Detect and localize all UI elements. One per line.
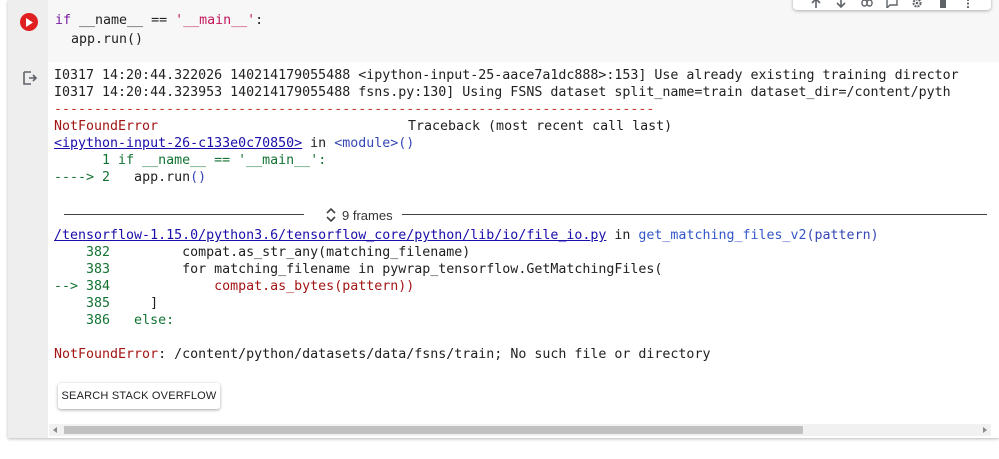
traceback-code-line: 385 ] [54,296,159,311]
traceback-code-line: 383 for matching_filename in pywrap_tens… [54,262,663,277]
frames-divider-left [64,214,304,215]
traceback-code-line: 1 if __name__ == '__main__': [54,153,327,168]
gear-icon[interactable] [911,0,923,8]
traceback-code-line: 382 compat.as_str_any(matching_filename) [54,245,471,260]
trash-icon[interactable] [937,0,949,8]
frame-file-link[interactable]: <ipython-input-26-c133e0c70850> [54,136,302,151]
log-line: I0317 14:20:44.322026 140214179055488 <i… [54,68,959,83]
traceback-divider: ----------------------------------------… [54,102,655,117]
code-line: if __name__ == '__main__': [55,13,264,28]
error-message: NotFoundError: /content/python/datasets/… [54,347,711,362]
scrollbar-thumb[interactable] [64,426,803,434]
traceback-code-line-current: --> 384 compat.as_bytes(pattern)) [54,279,415,294]
log-line: I0317 14:20:44.323953 140214179055488 fs… [54,85,951,100]
horizontal-scrollbar[interactable] [49,424,991,436]
traceback-header: Traceback (most recent call last) [408,119,673,134]
play-icon [26,17,33,27]
frame-file-link[interactable]: /tensorflow-1.15.0/python3.6/tensorflow_… [54,228,606,243]
collapsed-frames-toggle[interactable]: 9 frames [326,206,393,224]
run-cell-button[interactable] [20,13,38,31]
traceback-code-line: 386 else: [54,313,175,328]
more-vert-icon[interactable] [962,0,974,8]
code-cell: if __name__ == '__main__': app.run() I03… [8,0,999,438]
traceback-frame-header: /tensorflow-1.15.0/python3.6/tensorflow_… [54,228,879,243]
error-name: NotFoundError [54,119,159,134]
scroll-left-icon[interactable] [53,427,57,433]
traceback-code-line-current: ----> 2 app.run() [54,170,207,185]
output-icon[interactable] [22,70,38,86]
traceback-frame-header: <ipython-input-26-c133e0c70850> in <modu… [54,136,415,151]
unfold-icon [326,207,336,223]
scroll-right-icon[interactable] [983,427,987,433]
link-icon[interactable] [860,0,873,8]
cell-toolbar [793,0,991,10]
search-stack-overflow-button[interactable]: SEARCH STACK OVERFLOW [58,383,220,409]
comment-icon[interactable] [886,0,898,8]
code-line: app.run() [55,32,144,47]
arrow-down-icon[interactable] [835,0,847,8]
arrow-up-icon[interactable] [810,0,822,8]
frames-divider-right [402,214,987,215]
cell-gutter [8,0,48,438]
frames-label: 9 frames [342,207,393,223]
